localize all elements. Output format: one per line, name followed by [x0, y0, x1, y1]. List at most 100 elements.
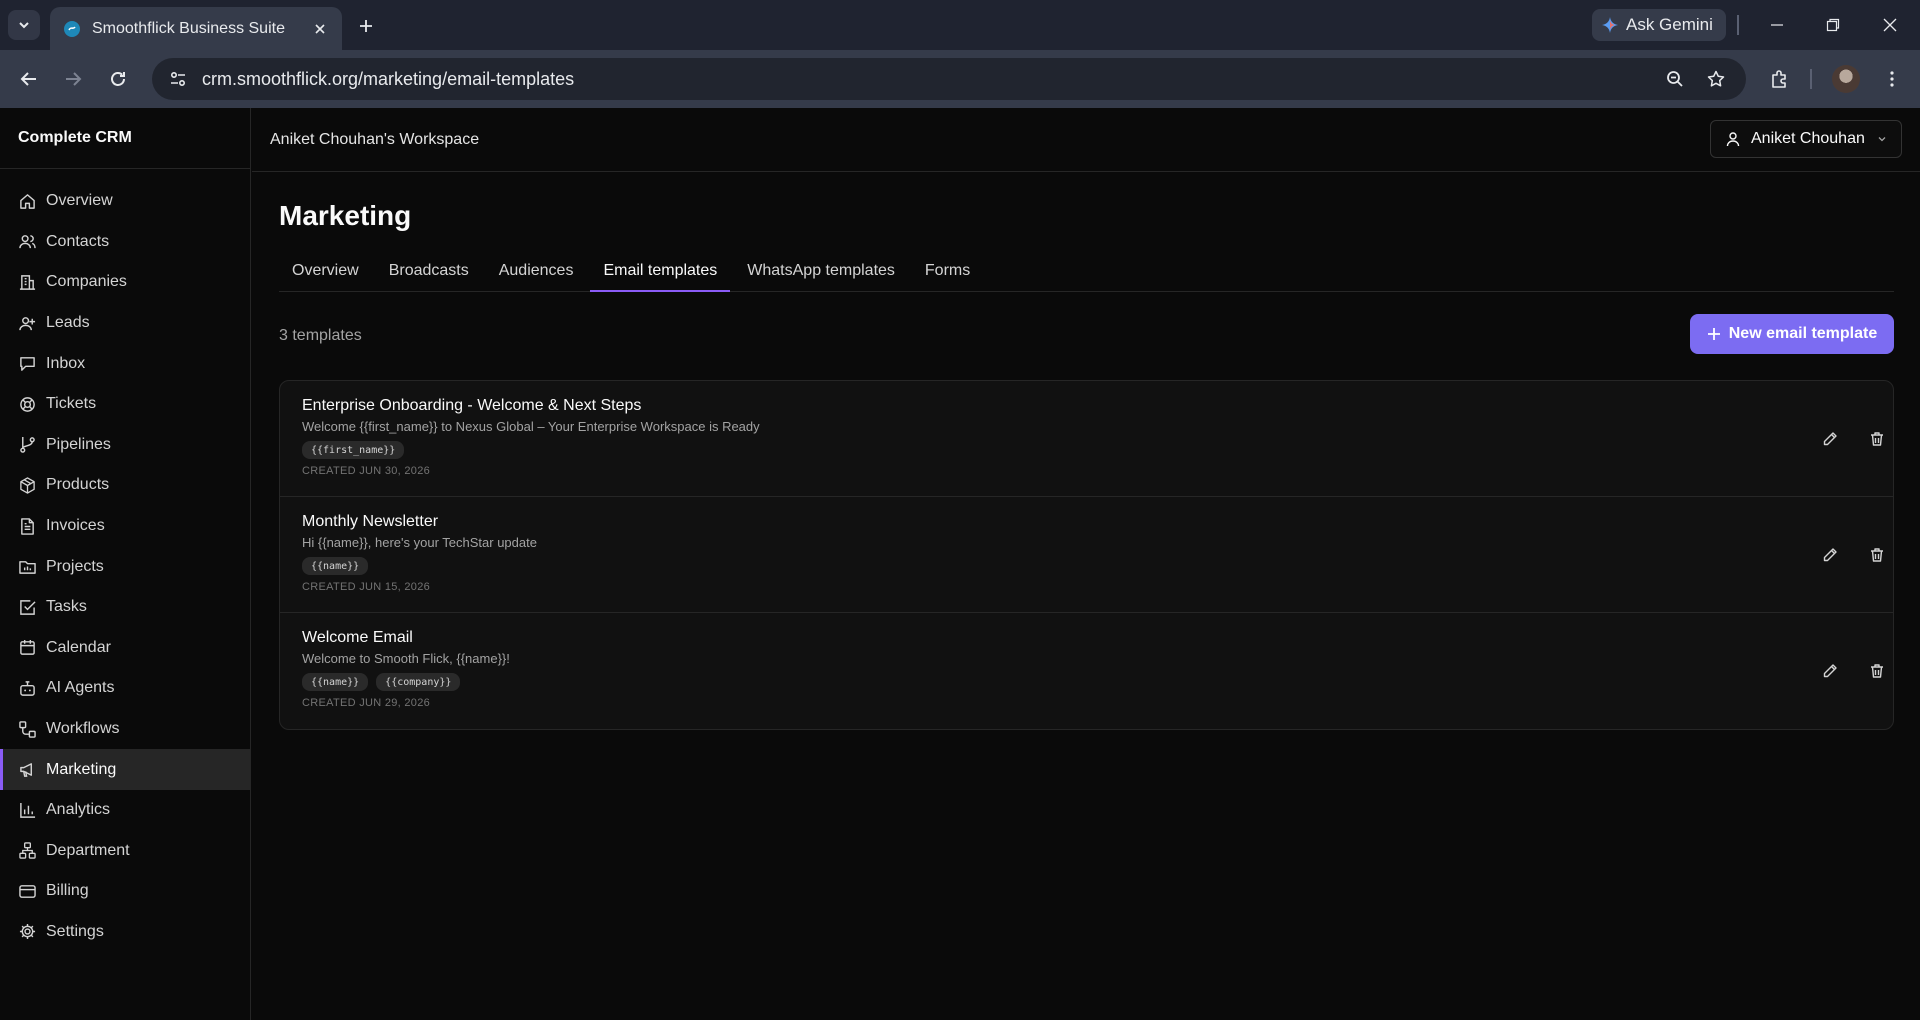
template-row[interactable]: Monthly Newsletter Hi {{name}}, here's yo…: [280, 497, 1893, 613]
edit-template-button[interactable]: [1818, 427, 1842, 451]
restore-icon: [1826, 18, 1840, 32]
ask-gemini-button[interactable]: Ask Gemini: [1592, 9, 1726, 41]
sidebar-item-ai-agents[interactable]: AI Agents: [0, 668, 250, 709]
sidebar-item-companies[interactable]: Companies: [0, 262, 250, 303]
url-text[interactable]: crm.smoothflick.org/marketing/email-temp…: [202, 69, 574, 90]
building-icon: [19, 274, 36, 291]
list-toolbar: 3 templates New email template: [279, 292, 1894, 380]
site-settings-icon[interactable]: [166, 67, 190, 91]
tab-forms[interactable]: Forms: [912, 251, 983, 291]
tab-overview[interactable]: Overview: [279, 251, 372, 291]
sidebar-item-label: Tasks: [46, 598, 87, 616]
sidebar-item-invoices[interactable]: Invoices: [0, 506, 250, 547]
template-count: 3 templates: [279, 327, 362, 344]
sidebar-item-workflows[interactable]: Workflows: [0, 709, 250, 750]
page-content: Marketing Overview Broadcasts Audiences Ema…: [279, 172, 1894, 730]
user-menu-button[interactable]: Aniket Chouhan: [1710, 120, 1902, 158]
delete-template-button[interactable]: [1865, 427, 1889, 451]
template-name[interactable]: Enterprise Onboarding - Welcome & Next S…: [302, 397, 1893, 418]
sidebar-item-tasks[interactable]: Tasks: [0, 587, 250, 628]
star-icon: [1707, 70, 1725, 87]
tab-search-button[interactable]: [8, 10, 40, 40]
back-button[interactable]: [14, 64, 44, 94]
sidebar-item-label: Calendar: [46, 638, 111, 656]
delete-template-button[interactable]: [1865, 659, 1889, 683]
sidebar-item-calendar[interactable]: Calendar: [0, 628, 250, 669]
sidebar-item-label: Products: [46, 476, 110, 494]
sidebar-item-marketing[interactable]: Marketing: [0, 749, 250, 790]
sidebar-item-pipelines[interactable]: Pipelines: [0, 425, 250, 466]
bookmark-button[interactable]: [1701, 64, 1731, 94]
megaphone-icon: [19, 761, 36, 778]
template-row[interactable]: Enterprise Onboarding - Welcome & Next S…: [280, 381, 1893, 497]
sidebar-item-tickets[interactable]: Tickets: [0, 384, 250, 425]
marketing-tabs: Overview Broadcasts Audiences Email templat…: [279, 252, 1894, 292]
tab-whatsapp-templates[interactable]: WhatsApp templates: [734, 251, 908, 291]
browser-menu-button[interactable]: [1877, 64, 1907, 94]
tab-email-templates[interactable]: Email templates: [590, 251, 731, 292]
variable-chip: {{company}}: [376, 673, 461, 691]
network-icon: [19, 842, 36, 860]
sidebar-item-contacts[interactable]: Contacts: [0, 222, 250, 263]
variable-chip: {{first_name}}: [302, 441, 405, 459]
sidebar-item-billing[interactable]: Billing: [0, 871, 250, 912]
tab-broadcasts[interactable]: Broadcasts: [376, 251, 482, 291]
template-name[interactable]: Welcome Email: [302, 629, 1893, 650]
sidebar-item-products[interactable]: Products: [0, 465, 250, 506]
message-icon: [19, 355, 36, 372]
workspace-name: Aniket Chouhan's Workspace: [270, 130, 480, 148]
template-row[interactable]: Welcome Email Welcome to Smooth Flick, {{…: [280, 613, 1893, 729]
check-square-icon: [19, 599, 36, 616]
template-name[interactable]: Monthly Newsletter: [302, 513, 1893, 534]
template-subject: Hi {{name}}, here's your TechStar update: [302, 535, 537, 550]
variable-chips: {{first_name}}: [302, 441, 1893, 459]
minimize-button[interactable]: [1757, 10, 1797, 40]
site-favicon-icon: [64, 20, 80, 37]
sidebar-item-leads[interactable]: Leads: [0, 303, 250, 344]
sidebar-item-projects[interactable]: Projects: [0, 546, 250, 587]
new-tab-button[interactable]: [352, 12, 380, 40]
delete-template-button[interactable]: [1865, 543, 1889, 567]
zoom-button[interactable]: [1660, 64, 1690, 94]
chevron-down-icon: [1878, 137, 1886, 142]
sidebar-item-overview[interactable]: Overview: [0, 181, 250, 222]
tab-audiences[interactable]: Audiences: [486, 251, 587, 291]
sidebar-item-settings[interactable]: Settings: [0, 912, 250, 953]
plus-icon: [360, 20, 372, 32]
reload-icon: [111, 72, 125, 86]
close-window-button[interactable]: [1870, 10, 1910, 40]
trash-icon: [1871, 664, 1883, 678]
address-bar[interactable]: crm.smoothflick.org/marketing/email-temp…: [152, 58, 1746, 100]
sidebar-item-analytics[interactable]: Analytics: [0, 790, 250, 831]
pencil-icon: [1823, 664, 1837, 678]
edit-template-button[interactable]: [1818, 543, 1842, 567]
sidebar-item-label: Pipelines: [46, 435, 111, 453]
tab-strip-divider: [1737, 15, 1739, 35]
arrow-left-icon: [20, 72, 36, 86]
minimize-icon: [1771, 24, 1783, 26]
extensions-button[interactable]: [1765, 64, 1795, 94]
sidebar-item-label: Settings: [46, 922, 104, 940]
lifebuoy-icon: [19, 396, 36, 413]
reload-button[interactable]: [103, 64, 133, 94]
restore-button[interactable]: [1813, 10, 1853, 40]
profile-avatar[interactable]: [1832, 65, 1860, 93]
sidebar-item-label: Invoices: [46, 517, 105, 535]
browser-tab[interactable]: Smoothflick Business Suite: [50, 7, 342, 50]
forward-button[interactable]: [58, 64, 88, 94]
home-icon: [19, 193, 36, 210]
close-icon: [1883, 18, 1897, 32]
close-icon[interactable]: [310, 19, 330, 39]
sidebar-item-department[interactable]: Department: [0, 831, 250, 872]
sidebar: Complete CRM Overview Contacts Companies Le…: [0, 108, 251, 1020]
edit-template-button[interactable]: [1818, 659, 1842, 683]
more-vertical-icon: [1890, 71, 1894, 87]
sidebar-item-label: Projects: [46, 557, 104, 575]
sidebar-item-label: Companies: [46, 273, 127, 291]
main-panel: Aniket Chouhan's Workspace Aniket Chouha…: [252, 108, 1920, 1020]
sidebar-item-label: Marketing: [46, 760, 117, 778]
toolbar-divider: [1810, 69, 1812, 89]
new-email-template-button[interactable]: New email template: [1690, 314, 1894, 354]
created-date: CREATED JUN 30, 2026: [302, 465, 431, 477]
sidebar-item-inbox[interactable]: Inbox: [0, 343, 250, 384]
